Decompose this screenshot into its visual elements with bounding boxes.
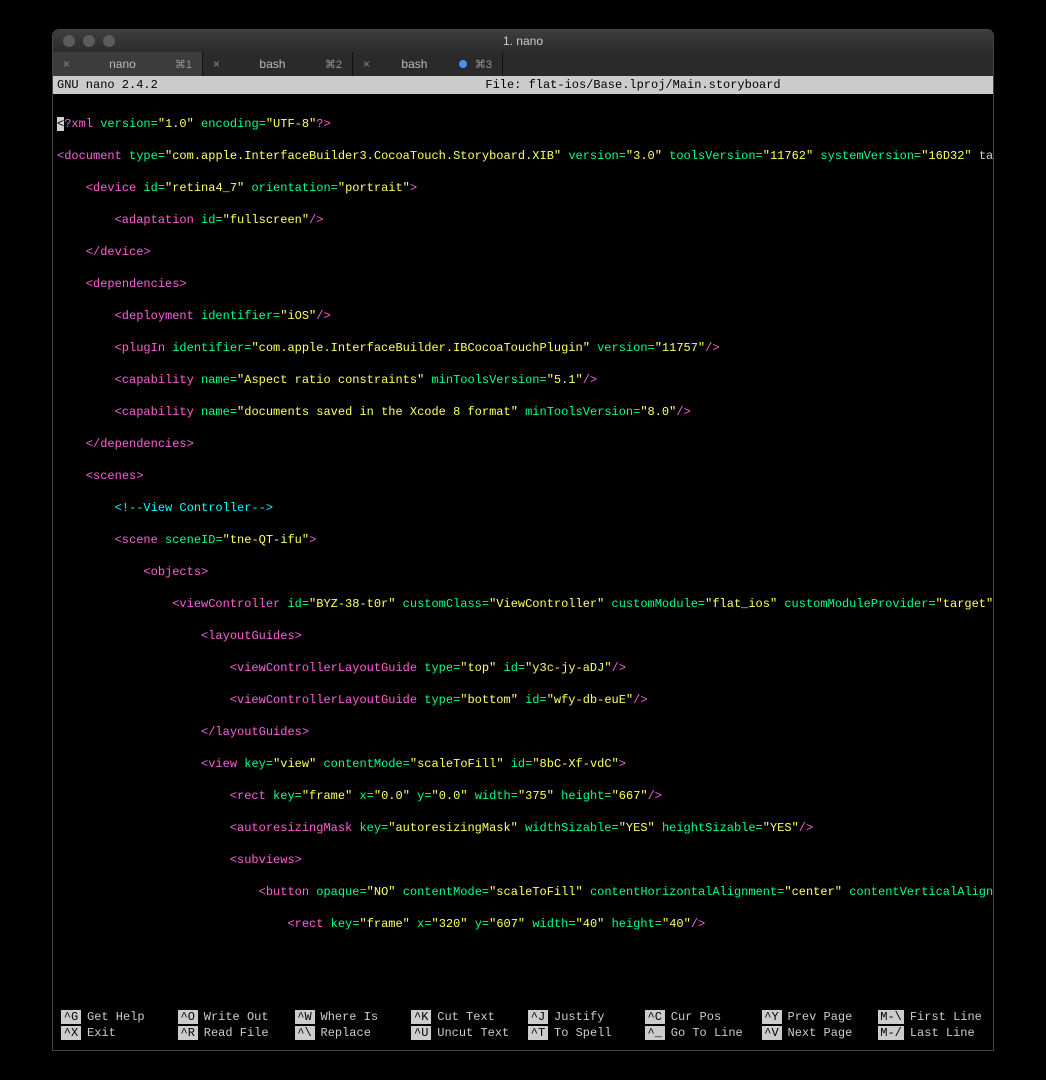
shortcut-last-line: M-/Last Line — [878, 1026, 985, 1040]
window-title: 1. nano — [53, 34, 993, 48]
shortcut-write-out: ^OWrite Out — [178, 1010, 285, 1024]
tab-label: nano — [78, 57, 167, 71]
tab-nano[interactable]: × nano ⌘1 — [53, 52, 203, 76]
dirty-indicator-icon — [459, 60, 467, 68]
nano-filename: File: flat-ios/Base.lproj/Main.storyboar… — [277, 78, 989, 92]
tab-shortcut: ⌘2 — [325, 58, 342, 71]
shortcut-go-to-line: ^_Go To Line — [645, 1026, 752, 1040]
code-line: </layoutGuides> — [57, 724, 989, 740]
code-line: <rect key="frame" x="0.0" y="0.0" width=… — [57, 788, 989, 804]
code-line: <autoresizingMask key="autoresizingMask"… — [57, 820, 989, 836]
code-line: <document type="com.apple.InterfaceBuild… — [57, 148, 989, 164]
shortcut-where-is: ^WWhere Is — [295, 1010, 402, 1024]
code-line: <dependencies> — [57, 276, 989, 292]
shortcut-uncut-text: ^UUncut Text — [411, 1026, 518, 1040]
code-line: </device> — [57, 244, 989, 260]
shortcut-first-line: M-\First Line — [878, 1010, 985, 1024]
code-line: <subviews> — [57, 852, 989, 868]
code-line: <layoutGuides> — [57, 628, 989, 644]
tab-label: bash — [378, 57, 451, 71]
nano-statusbar: GNU nano 2.4.2 File: flat-ios/Base.lproj… — [53, 76, 993, 94]
code-line: <capability name="documents saved in the… — [57, 404, 989, 420]
tabbar: × nano ⌘1 × bash ⌘2 × bash ⌘3 — [53, 52, 993, 76]
code-line: <?xml version="1.0" encoding="UTF-8"?> — [57, 116, 989, 132]
terminal-window: 1. nano × nano ⌘1 × bash ⌘2 × bash ⌘3 GN… — [53, 30, 993, 1050]
code-line: <objects> — [57, 564, 989, 580]
code-line: <rect key="frame" x="320" y="607" width=… — [57, 916, 989, 932]
nano-shortcut-bar: ^GGet Help ^OWrite Out ^WWhere Is ^KCut … — [53, 1002, 993, 1050]
shortcut-next-page: ^VNext Page — [762, 1026, 869, 1040]
close-icon[interactable]: × — [213, 57, 220, 71]
close-icon[interactable]: × — [363, 57, 370, 71]
shortcut-to-spell: ^TTo Spell — [528, 1026, 635, 1040]
code-line: <viewControllerLayoutGuide type="top" id… — [57, 660, 989, 676]
shortcut-cur-pos: ^CCur Pos — [645, 1010, 752, 1024]
close-icon[interactable]: × — [63, 57, 70, 71]
tab-bash-2[interactable]: × bash ⌘3 — [353, 52, 503, 76]
code-line: <viewControllerLayoutGuide type="bottom"… — [57, 692, 989, 708]
shortcut-read-file: ^RRead File — [178, 1026, 285, 1040]
tab-shortcut: ⌘3 — [475, 58, 492, 71]
shortcut-cut-text: ^KCut Text — [411, 1010, 518, 1024]
tab-shortcut: ⌘1 — [175, 58, 192, 71]
code-line: <plugIn identifier="com.apple.InterfaceB… — [57, 340, 989, 356]
code-line: <deployment identifier="iOS"/> — [57, 308, 989, 324]
tab-bash-1[interactable]: × bash ⌘2 — [203, 52, 353, 76]
code-line: <adaptation id="fullscreen"/> — [57, 212, 989, 228]
shortcut-exit: ^XExit — [61, 1026, 168, 1040]
code-line: <button opaque="NO" contentMode="scaleTo… — [57, 884, 989, 900]
code-line: <view key="view" contentMode="scaleToFil… — [57, 756, 989, 772]
shortcut-replace: ^\Replace — [295, 1026, 402, 1040]
code-line — [57, 948, 989, 964]
nano-version: GNU nano 2.4.2 — [57, 78, 277, 92]
code-line: <!--View Controller--> — [57, 500, 989, 516]
titlebar[interactable]: 1. nano — [53, 30, 993, 52]
tab-label: bash — [228, 57, 317, 71]
editor-area[interactable]: <?xml version="1.0" encoding="UTF-8"?> <… — [53, 94, 993, 1002]
code-line: </dependencies> — [57, 436, 989, 452]
shortcut-prev-page: ^YPrev Page — [762, 1010, 869, 1024]
code-line: <device id="retina4_7" orientation="port… — [57, 180, 989, 196]
code-line: <viewController id="BYZ-38-t0r" customCl… — [57, 596, 989, 612]
shortcut-justify: ^JJustify — [528, 1010, 635, 1024]
code-line: <scenes> — [57, 468, 989, 484]
code-line: <scene sceneID="tne-QT-ifu"> — [57, 532, 989, 548]
code-line: <capability name="Aspect ratio constrain… — [57, 372, 989, 388]
shortcut-get-help: ^GGet Help — [61, 1010, 168, 1024]
